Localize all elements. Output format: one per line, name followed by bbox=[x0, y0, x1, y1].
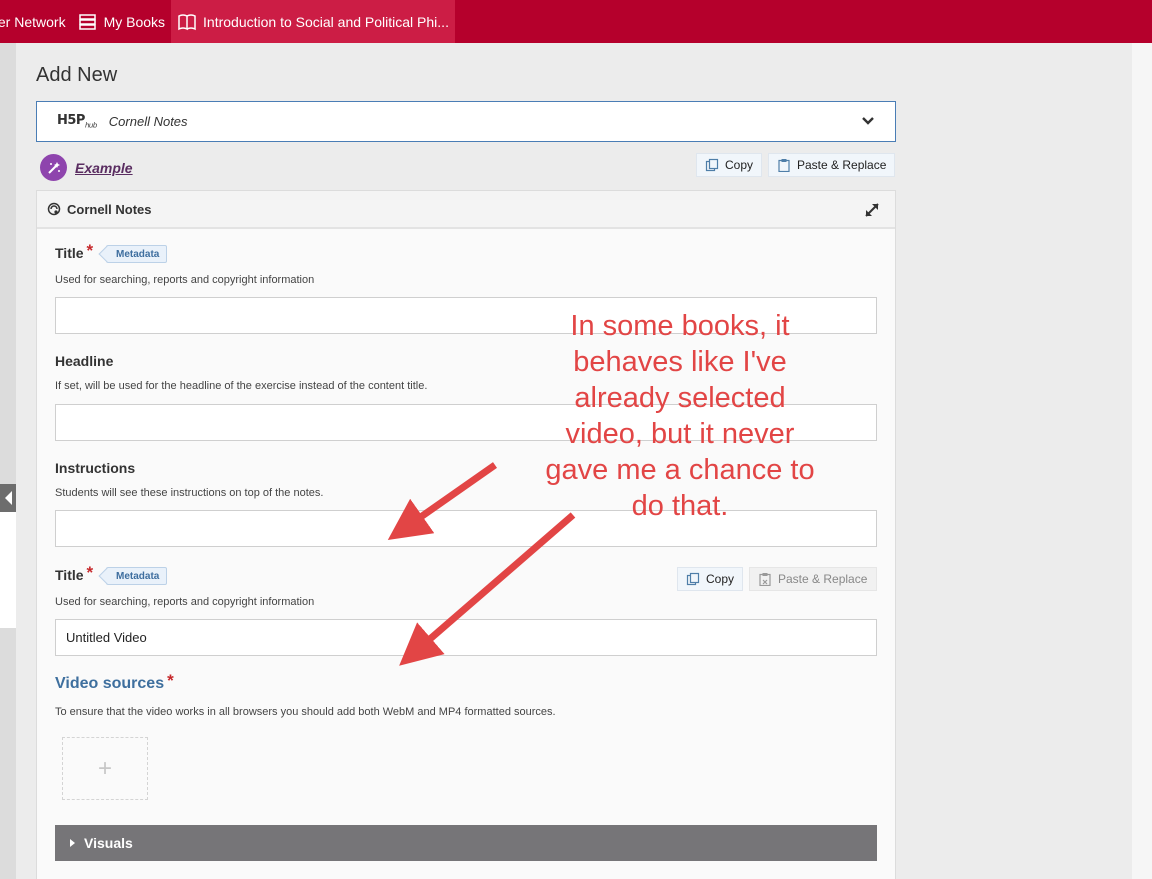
annotation-arrows bbox=[387, 462, 576, 666]
arrow-to-video-title bbox=[399, 512, 576, 666]
arrow-to-instructions bbox=[387, 462, 498, 541]
